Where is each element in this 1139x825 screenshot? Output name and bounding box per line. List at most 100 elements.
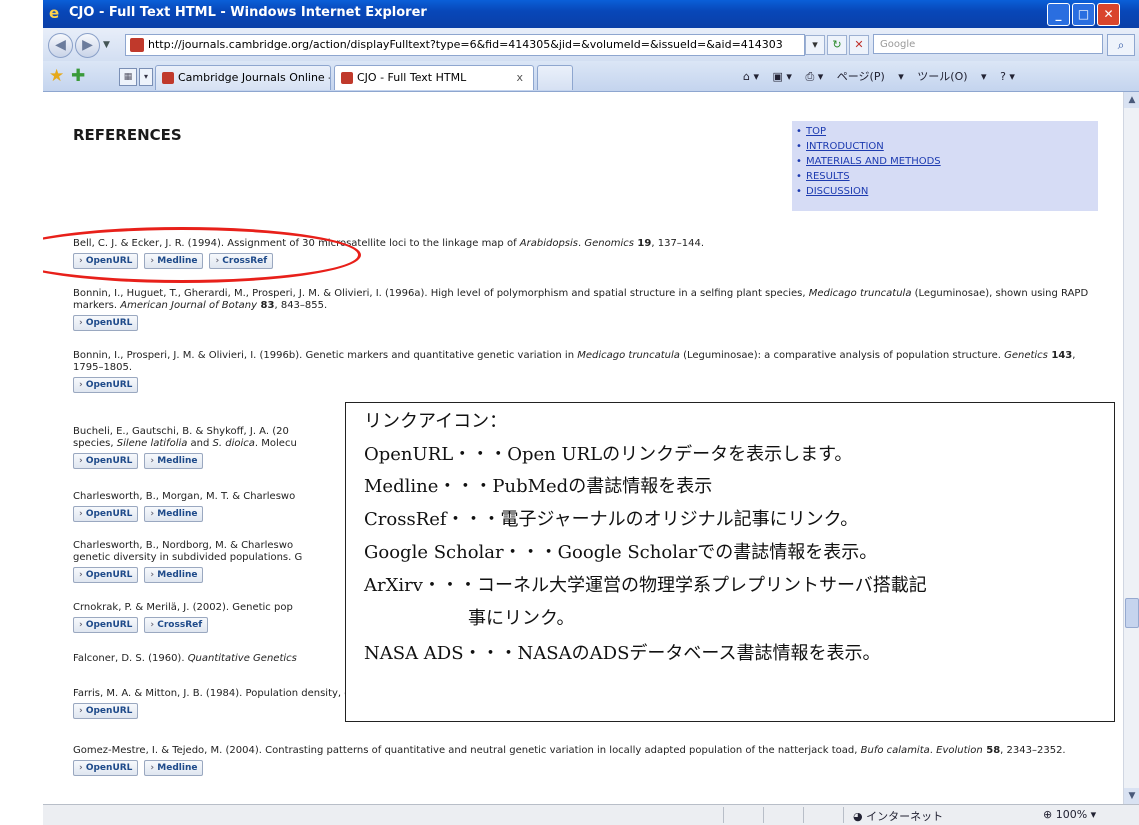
toc-link-introduction[interactable]: INTRODUCTION [796, 139, 1098, 154]
toc-link-top[interactable]: TOP [796, 124, 1098, 139]
vertical-scrollbar[interactable]: ▲ ▼ [1123, 92, 1139, 804]
note-line: OpenURL・・・Open URLのリンクデータを表示します。 [364, 444, 853, 465]
close-button[interactable]: ✕ [1097, 3, 1120, 26]
maximize-button[interactable]: □ [1072, 3, 1095, 26]
feeds-icon[interactable]: ▣ ▾ [773, 70, 792, 83]
tab-favicon-icon [341, 72, 353, 84]
ref-text: Bonnin, I., Prosperi, J. M. & Olivieri, … [73, 350, 578, 361]
zone-label: インターネット [866, 810, 944, 823]
forward-button[interactable]: ▶ [75, 33, 100, 58]
toc-box: TOP INTRODUCTION MATERIALS AND METHODS R… [792, 121, 1098, 211]
openurl-button[interactable]: OpenURL [73, 760, 139, 776]
ref-text: Falconer, D. S. (1960). [73, 653, 188, 664]
search-input[interactable]: Google [873, 34, 1103, 54]
tab-bar: ★ ✚ ▦ ▾ Cambridge Journals Online - ... … [43, 61, 1139, 92]
print-icon[interactable]: ⎙ ▾ [805, 70, 823, 83]
note-line: ArXirv・・・コーネル大学運営の物理学系プレプリントサーバ搭載記 [364, 575, 927, 596]
site-favicon-icon [130, 38, 144, 52]
openurl-button[interactable]: OpenURL [73, 567, 139, 583]
ref-volume: 83 [257, 300, 275, 311]
tab-favicon-icon [162, 72, 174, 84]
address-bar: ◀ ▶ ▼ http://journals.cambridge.org/acti… [43, 28, 1139, 62]
tab-close-icon[interactable]: x [516, 66, 523, 90]
ref-journal: Evolution [936, 745, 983, 756]
scroll-up-icon[interactable]: ▲ [1124, 92, 1139, 108]
refresh-icon[interactable]: ↻ [827, 35, 847, 55]
crossref-button[interactable]: CrossRef [144, 617, 209, 633]
openurl-button[interactable]: OpenURL [73, 703, 139, 719]
browser-window: e CJO - Full Text HTML - Windows Interne… [43, 0, 1139, 825]
ref-text: species, [73, 438, 117, 449]
page-content: REFERENCES TOP INTRODUCTION MATERIALS AN… [43, 92, 1123, 804]
ref-text: Charlesworth, B., Morgan, M. T. & Charle… [73, 491, 296, 502]
command-bar: ⌂ ▾ ▣ ▾ ⎙ ▾ ページ(P) ▾ ツール(O) ▾ ? ▾ [743, 68, 1025, 84]
ref-italic: Arabidopsis [519, 238, 578, 249]
openurl-button[interactable]: OpenURL [73, 315, 139, 331]
ref-italic: Silene latifolia [116, 438, 188, 449]
page-menu-label: ページ(P) [836, 70, 885, 83]
toc-link-materials-methods[interactable]: MATERIALS AND METHODS [796, 154, 1098, 169]
status-divider [803, 807, 804, 823]
add-favorites-icon[interactable]: ✚ [71, 66, 85, 86]
ref-volume: 19 [633, 238, 652, 249]
minimize-button[interactable]: _ [1047, 3, 1070, 26]
ref-volume: 58 [982, 745, 1001, 756]
medline-button[interactable]: Medline [144, 567, 204, 583]
history-dropdown-icon[interactable]: ▼ [103, 40, 110, 50]
zoom-control[interactable]: ⊕ 100% ▾ [1043, 808, 1096, 821]
url-dropdown-icon[interactable]: ▾ [805, 35, 825, 55]
openurl-button[interactable]: OpenURL [73, 377, 139, 393]
new-tab-button[interactable] [537, 65, 573, 90]
ref-text: Charlesworth, B., Nordborg, M. & Charles… [73, 540, 294, 551]
ref-italic: S. dioica [212, 438, 255, 449]
openurl-button[interactable]: OpenURL [73, 506, 139, 522]
status-divider [723, 807, 724, 823]
zoom-level: 100% [1055, 808, 1088, 821]
note-line: CrossRef・・・電子ジャーナルのオリジナル記事にリンク。 [364, 509, 859, 530]
status-divider [843, 807, 844, 823]
note-line: リンクアイコン： [364, 411, 508, 432]
ref-pages: , 843–855. [274, 300, 328, 311]
tab-cambridge-journals[interactable]: Cambridge Journals Online - ... [155, 65, 331, 90]
ref-volume: 143 [1047, 350, 1073, 361]
ref-text: Bonnin, I., Huguet, T., Gherardi, M., Pr… [73, 288, 809, 299]
page-menu[interactable]: ページ(P) ▾ [837, 70, 904, 83]
status-divider [763, 807, 764, 823]
ref-pages: , 2343–2352. [1000, 745, 1066, 756]
toc-link-results[interactable]: RESULTS [796, 169, 1098, 184]
favorites-star-icon[interactable]: ★ [49, 66, 64, 86]
scroll-thumb[interactable] [1125, 598, 1139, 628]
ref-text: Gomez-Mestre, I. & Tejedo, M. (2004). Co… [73, 745, 861, 756]
openurl-button[interactable]: OpenURL [73, 617, 139, 633]
note-line: 事にリンク。 [468, 608, 575, 629]
ref-text: and [187, 438, 213, 449]
search-icon[interactable]: ⌕ [1107, 34, 1135, 56]
note-line: NASA ADS・・・NASAのADSデータベース書誌情報を表示。 [364, 643, 881, 664]
ref-italic: Medicago truncatula [577, 350, 680, 361]
tab-cjo-full-text[interactable]: CJO - Full Text HTML x [334, 65, 534, 90]
back-button[interactable]: ◀ [48, 33, 73, 58]
toc-link-discussion[interactable]: DISCUSSION [796, 184, 1098, 199]
stop-icon[interactable]: ✕ [849, 35, 869, 55]
window-title: CJO - Full Text HTML - Windows Internet … [69, 5, 427, 20]
tab-list-icon[interactable]: ▾ [139, 68, 153, 86]
ref-journal: Genetics [1004, 350, 1048, 361]
ref-text: Crnokrak, P. & Merilä, J. (2002). Geneti… [73, 602, 293, 613]
url-field[interactable]: http://journals.cambridge.org/action/dis… [125, 34, 805, 56]
tools-menu[interactable]: ツール(O) ▾ [917, 70, 986, 83]
help-icon[interactable]: ? ▾ [1000, 70, 1015, 83]
ref-text: (Leguminosae): a comparative analysis of… [679, 350, 1005, 361]
medline-button[interactable]: Medline [144, 453, 204, 469]
openurl-button[interactable]: OpenURL [73, 453, 139, 469]
medline-button[interactable]: Medline [144, 506, 204, 522]
ref-journal: American Journal of Botany [120, 300, 258, 311]
ref-journal: Genomics [584, 238, 634, 249]
reference-item: Bonnin, I., Huguet, T., Gherardi, M., Pr… [73, 288, 1103, 331]
quick-tabs-icon[interactable]: ▦ [119, 68, 137, 86]
ref-text: . Molecu [254, 438, 297, 449]
url-text: http://journals.cambridge.org/action/dis… [148, 38, 783, 51]
ref-text: Bucheli, E., Gautschi, B. & Shykoff, J. … [73, 426, 289, 437]
home-icon[interactable]: ⌂ ▾ [743, 70, 759, 83]
scroll-down-icon[interactable]: ▼ [1124, 788, 1139, 804]
medline-button[interactable]: Medline [144, 760, 204, 776]
